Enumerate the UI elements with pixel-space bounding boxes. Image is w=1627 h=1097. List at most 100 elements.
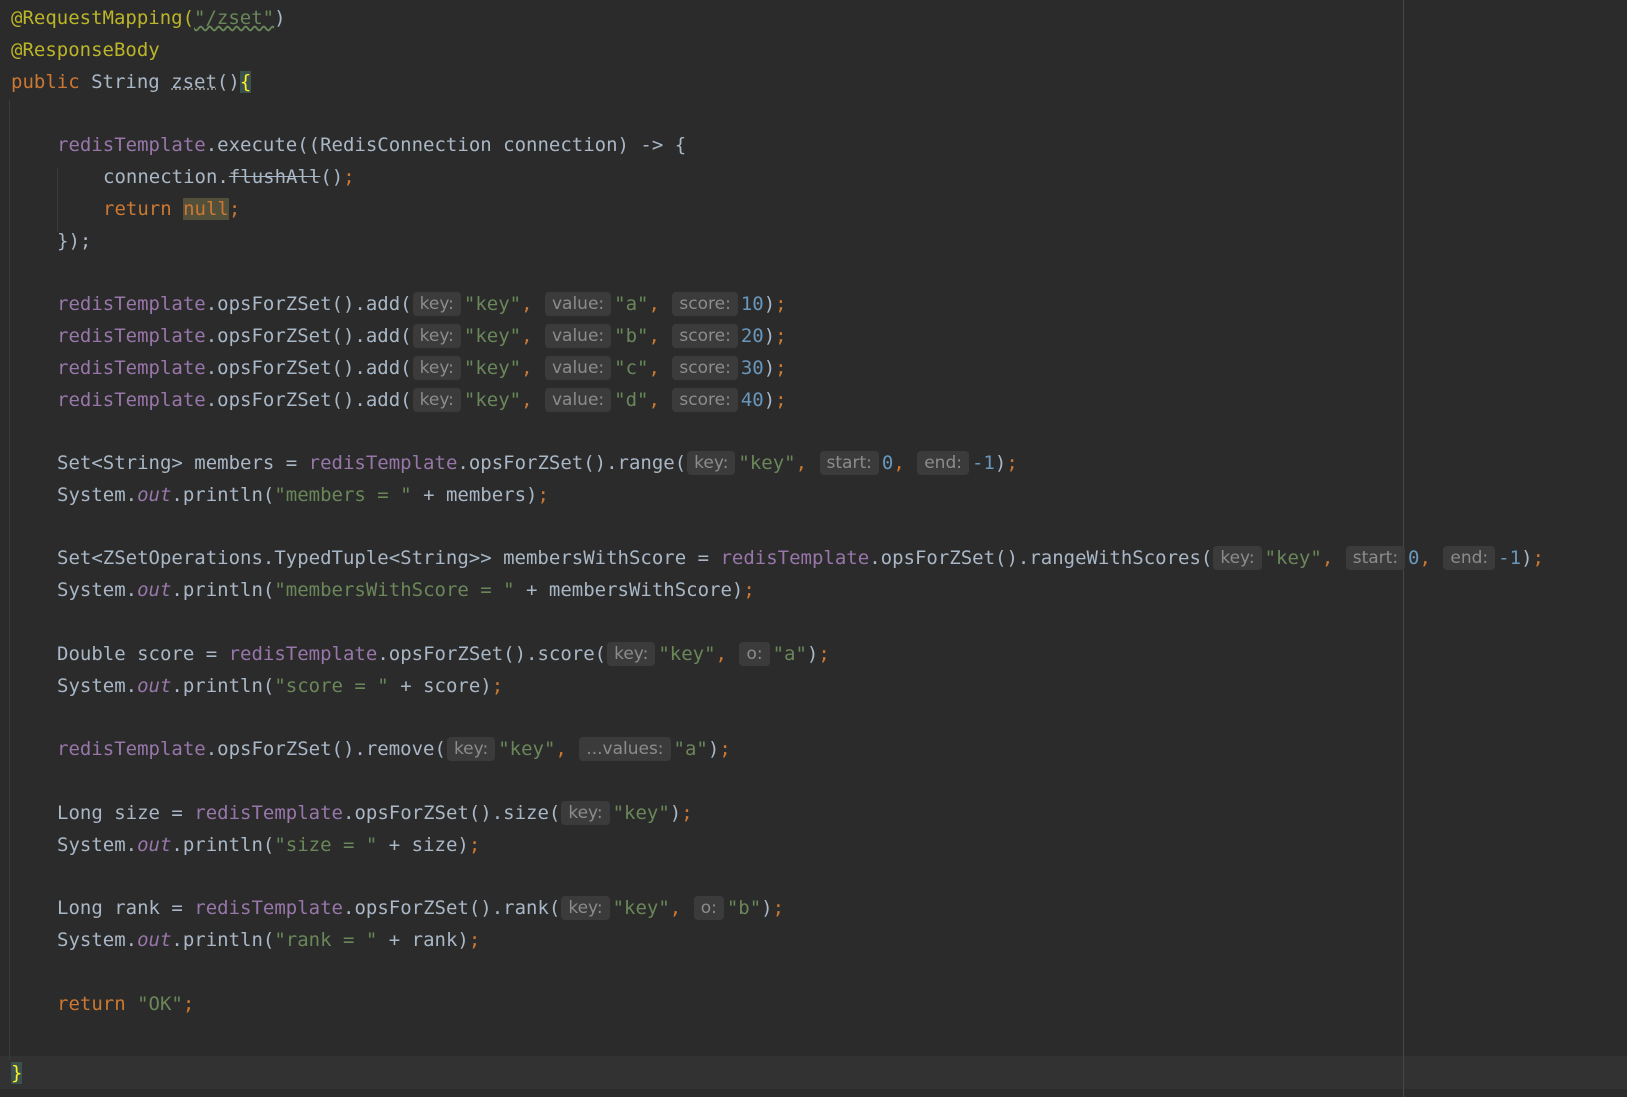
field-redis-template: redisTemplate bbox=[194, 802, 343, 824]
param-hint-key: key: bbox=[561, 801, 610, 825]
code-line-request-mapping[interactable]: @RequestMapping("/zset") bbox=[11, 3, 286, 33]
param-hint-start: start: bbox=[819, 451, 879, 475]
string-literal: "a" bbox=[772, 643, 807, 665]
code-line-rank[interactable]: Long rank = redisTemplate.opsForZSet().r… bbox=[57, 893, 784, 923]
string-literal: "c" bbox=[614, 357, 649, 379]
code-line-zadd[interactable]: redisTemplate.opsForZSet().add(key: "key"… bbox=[57, 289, 787, 319]
indent-guide-inner bbox=[57, 168, 58, 232]
comma: , bbox=[648, 357, 660, 379]
string-literal: "size = " bbox=[274, 834, 378, 856]
string-literal: "key" bbox=[463, 389, 522, 411]
code-line-return-null[interactable]: return null; bbox=[103, 194, 240, 224]
keyword-return: return bbox=[103, 198, 172, 220]
semicolon: ; bbox=[182, 993, 195, 1015]
semicolon: ; bbox=[775, 357, 787, 379]
code-line-range-with-scores[interactable]: Set<ZSetOperations.TypedTuple<String>> m… bbox=[57, 543, 1544, 573]
param-hint-end: end: bbox=[1443, 546, 1496, 570]
code-line-range[interactable]: Set<String> members = redisTemplate.opsF… bbox=[57, 448, 1018, 478]
semicolon: ; bbox=[468, 834, 481, 856]
comma: , bbox=[669, 897, 682, 919]
param-hint-score: score: bbox=[672, 356, 738, 380]
code-line-close-brace[interactable]: } bbox=[11, 1058, 23, 1088]
code-line-zadd[interactable]: redisTemplate.opsForZSet().add(key: "key"… bbox=[57, 353, 787, 383]
param-hint-key: key: bbox=[412, 292, 461, 316]
string-literal: "key" bbox=[463, 357, 522, 379]
code-line-flush-all[interactable]: connection.flushAll(); bbox=[103, 162, 355, 192]
param-hint-value: value: bbox=[544, 356, 612, 380]
number-literal: -1 bbox=[1498, 547, 1522, 569]
code-editor[interactable]: @RequestMapping("/zset") @ResponseBody p… bbox=[0, 0, 1627, 1097]
static-field-out: out bbox=[137, 675, 172, 697]
code-line-close-lambda[interactable]: }); bbox=[57, 226, 91, 256]
code-line-println-size[interactable]: System.out.println("size = " + size); bbox=[57, 830, 480, 860]
string-literal: "key" bbox=[658, 643, 716, 665]
code-line-score[interactable]: Double score = redisTemplate.opsForZSet(… bbox=[57, 639, 830, 669]
field-redis-template: redisTemplate bbox=[57, 389, 206, 411]
semicolon: ; bbox=[343, 166, 355, 188]
code-text: System. bbox=[57, 834, 138, 856]
param-hint-value: value: bbox=[544, 292, 612, 316]
param-hint-key: key: bbox=[412, 324, 461, 348]
semicolon: ; bbox=[818, 643, 830, 665]
comma: , bbox=[648, 325, 660, 347]
number-literal: 30 bbox=[740, 357, 764, 379]
code-text: .opsForZSet().size( bbox=[343, 802, 561, 824]
string-literal: "d" bbox=[614, 389, 649, 411]
semicolon: ; bbox=[537, 484, 549, 506]
static-field-out: out bbox=[137, 834, 172, 856]
code-text: + size) bbox=[377, 834, 469, 856]
static-field-out: out bbox=[137, 484, 172, 506]
return-type: String bbox=[79, 71, 172, 93]
param-hint-key: key: bbox=[446, 737, 496, 761]
code-text: .opsForZSet().rangeWithScores( bbox=[869, 547, 1213, 569]
code-line-zadd[interactable]: redisTemplate.opsForZSet().add(key: "key"… bbox=[57, 321, 787, 351]
code-text: Long rank = bbox=[57, 897, 195, 919]
number-literal: 10 bbox=[740, 293, 764, 315]
code-text: .println( bbox=[171, 484, 275, 506]
string-literal: "a" bbox=[673, 738, 708, 760]
code-text: + members) bbox=[411, 484, 538, 506]
static-field-out: out bbox=[137, 929, 172, 951]
code-text: System. bbox=[57, 579, 138, 601]
number-literal: -1 bbox=[971, 452, 995, 474]
code-text: .println( bbox=[171, 834, 275, 856]
number-literal: 0 bbox=[1408, 547, 1420, 569]
code-line-response-body[interactable]: @ResponseBody bbox=[11, 35, 160, 65]
code-line-zadd[interactable]: redisTemplate.opsForZSet().add(key: "key"… bbox=[57, 385, 787, 415]
field-redis-template: redisTemplate bbox=[57, 325, 206, 347]
code-line-println-mws[interactable]: System.out.println("membersWithScore = "… bbox=[57, 575, 755, 605]
number-literal: 20 bbox=[740, 325, 764, 347]
indent-guide bbox=[9, 100, 10, 1060]
field-redis-template: redisTemplate bbox=[57, 738, 206, 760]
comma: , bbox=[521, 357, 533, 379]
param-hint-key: key: bbox=[412, 388, 461, 412]
string-literal: "a" bbox=[614, 293, 649, 315]
code-text: .println( bbox=[171, 675, 275, 697]
string-literal: "key" bbox=[498, 738, 556, 760]
code-line-method-signature[interactable]: public String zset(){ bbox=[11, 67, 252, 97]
param-hint-value: value: bbox=[544, 388, 612, 412]
semicolon: ; bbox=[681, 802, 693, 824]
code-line-size[interactable]: Long size = redisTemplate.opsForZSet().s… bbox=[57, 798, 693, 828]
param-hint-o: o: bbox=[693, 896, 724, 920]
code-line-println-score[interactable]: System.out.println("score = " + score); bbox=[57, 671, 503, 701]
code-text: .execute((RedisConnection connection) ->… bbox=[205, 134, 687, 156]
code-text: .opsForZSet().remove( bbox=[205, 738, 446, 760]
close-paren: ) bbox=[806, 643, 819, 665]
field-redis-template: redisTemplate bbox=[228, 643, 378, 665]
code-line-return-ok[interactable]: return "OK"; bbox=[57, 989, 194, 1019]
number-literal: 40 bbox=[740, 389, 764, 411]
code-text: .opsForZSet().score( bbox=[377, 643, 607, 665]
param-hint-score: score: bbox=[672, 292, 738, 316]
comma: , bbox=[648, 389, 660, 411]
code-line-execute[interactable]: redisTemplate.execute((RedisConnection c… bbox=[57, 130, 686, 160]
code-text: .opsForZSet().add( bbox=[205, 293, 412, 315]
code-line-remove[interactable]: redisTemplate.opsForZSet().remove(key: "k… bbox=[57, 734, 731, 764]
code-text: .opsForZSet().add( bbox=[205, 325, 412, 347]
code-line-println-members[interactable]: System.out.println("members = " + member… bbox=[57, 480, 549, 510]
comma: , bbox=[521, 389, 533, 411]
code-line-println-rank[interactable]: System.out.println("rank = " + rank); bbox=[57, 925, 480, 955]
semicolon: ; bbox=[743, 579, 755, 601]
param-hint-key: key: bbox=[412, 356, 461, 380]
close-brace: } bbox=[11, 1062, 23, 1084]
